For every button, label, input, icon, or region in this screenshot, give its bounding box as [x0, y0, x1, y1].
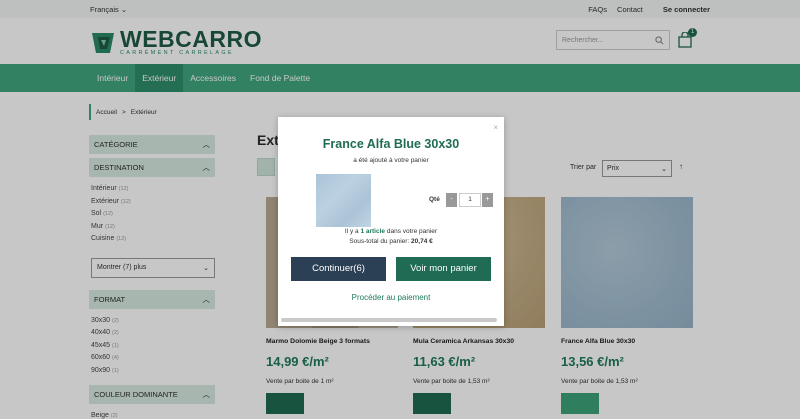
subtotal-label: Sous-total du panier:: [349, 238, 410, 245]
close-icon[interactable]: ×: [493, 123, 498, 132]
checkout-link[interactable]: Procéder au paiement: [278, 293, 504, 302]
modal-scrollbar[interactable]: [281, 318, 497, 322]
continue-shopping-button[interactable]: Continuer(6): [291, 257, 386, 281]
subtotal-line: Sous-total du panier: 20,74 €: [278, 238, 504, 245]
cart-line-suffix: dans votre panier: [386, 228, 438, 235]
modal-title: France Alfa Blue 30x30: [322, 137, 460, 151]
view-cart-button[interactable]: Voir mon panier: [396, 257, 491, 281]
modal-subtitle: a été ajouté à votre panier: [353, 157, 429, 164]
product-thumbnail: [316, 174, 371, 227]
added-to-cart-modal: × France Alfa Blue 30x30 a été ajouté à …: [278, 117, 504, 326]
cart-line-count: 1 article: [360, 228, 386, 235]
cart-count-line: Il y a 1 article dans votre panier: [278, 228, 504, 235]
quantity-increase-button[interactable]: +: [482, 193, 493, 207]
quantity-decrease-button[interactable]: -: [446, 193, 457, 207]
quantity-input[interactable]: 1: [459, 193, 481, 207]
cart-line-prefix: Il y a: [344, 228, 359, 235]
quantity-label: Qté: [429, 196, 440, 203]
subtotal-value: 20,74 €: [411, 238, 433, 245]
